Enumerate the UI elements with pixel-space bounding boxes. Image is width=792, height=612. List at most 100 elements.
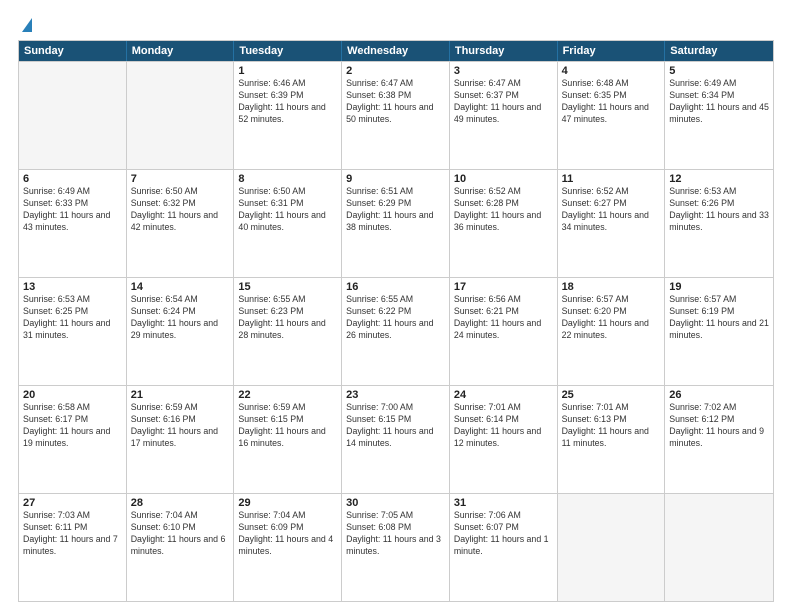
cell-detail: Sunrise: 7:05 AMSunset: 6:08 PMDaylight:… bbox=[346, 510, 445, 558]
day-number: 5 bbox=[669, 65, 769, 77]
calendar-cell: 15Sunrise: 6:55 AMSunset: 6:23 PMDayligh… bbox=[234, 278, 342, 385]
calendar-cell: 5Sunrise: 6:49 AMSunset: 6:34 PMDaylight… bbox=[665, 62, 773, 169]
day-number: 25 bbox=[562, 389, 661, 401]
cell-detail: Sunrise: 7:03 AMSunset: 6:11 PMDaylight:… bbox=[23, 510, 122, 558]
day-number: 20 bbox=[23, 389, 122, 401]
day-number: 12 bbox=[669, 173, 769, 185]
cell-detail: Sunrise: 6:53 AMSunset: 6:26 PMDaylight:… bbox=[669, 186, 769, 234]
calendar-row-3: 13Sunrise: 6:53 AMSunset: 6:25 PMDayligh… bbox=[19, 277, 773, 385]
page: SundayMondayTuesdayWednesdayThursdayFrid… bbox=[0, 0, 792, 612]
day-number: 10 bbox=[454, 173, 553, 185]
logo bbox=[18, 18, 32, 32]
day-header-sunday: Sunday bbox=[19, 41, 127, 61]
day-number: 8 bbox=[238, 173, 337, 185]
cell-detail: Sunrise: 6:57 AMSunset: 6:20 PMDaylight:… bbox=[562, 294, 661, 342]
calendar-cell: 22Sunrise: 6:59 AMSunset: 6:15 PMDayligh… bbox=[234, 386, 342, 493]
calendar-cell: 31Sunrise: 7:06 AMSunset: 6:07 PMDayligh… bbox=[450, 494, 558, 601]
day-number: 3 bbox=[454, 65, 553, 77]
calendar-cell: 21Sunrise: 6:59 AMSunset: 6:16 PMDayligh… bbox=[127, 386, 235, 493]
calendar-cell: 24Sunrise: 7:01 AMSunset: 6:14 PMDayligh… bbox=[450, 386, 558, 493]
calendar-cell: 30Sunrise: 7:05 AMSunset: 6:08 PMDayligh… bbox=[342, 494, 450, 601]
day-header-wednesday: Wednesday bbox=[342, 41, 450, 61]
calendar-cell: 23Sunrise: 7:00 AMSunset: 6:15 PMDayligh… bbox=[342, 386, 450, 493]
calendar-cell: 26Sunrise: 7:02 AMSunset: 6:12 PMDayligh… bbox=[665, 386, 773, 493]
day-number: 16 bbox=[346, 281, 445, 293]
calendar-body: 1Sunrise: 6:46 AMSunset: 6:39 PMDaylight… bbox=[19, 61, 773, 601]
calendar-cell: 8Sunrise: 6:50 AMSunset: 6:31 PMDaylight… bbox=[234, 170, 342, 277]
calendar: SundayMondayTuesdayWednesdayThursdayFrid… bbox=[18, 40, 774, 602]
calendar-cell: 16Sunrise: 6:55 AMSunset: 6:22 PMDayligh… bbox=[342, 278, 450, 385]
cell-detail: Sunrise: 7:01 AMSunset: 6:13 PMDaylight:… bbox=[562, 402, 661, 450]
day-header-friday: Friday bbox=[558, 41, 666, 61]
day-header-tuesday: Tuesday bbox=[234, 41, 342, 61]
day-number: 26 bbox=[669, 389, 769, 401]
cell-detail: Sunrise: 6:49 AMSunset: 6:33 PMDaylight:… bbox=[23, 186, 122, 234]
cell-detail: Sunrise: 6:49 AMSunset: 6:34 PMDaylight:… bbox=[669, 78, 769, 126]
day-number: 19 bbox=[669, 281, 769, 293]
calendar-cell bbox=[19, 62, 127, 169]
cell-detail: Sunrise: 6:59 AMSunset: 6:15 PMDaylight:… bbox=[238, 402, 337, 450]
day-number: 17 bbox=[454, 281, 553, 293]
day-number: 23 bbox=[346, 389, 445, 401]
cell-detail: Sunrise: 7:01 AMSunset: 6:14 PMDaylight:… bbox=[454, 402, 553, 450]
calendar-cell: 9Sunrise: 6:51 AMSunset: 6:29 PMDaylight… bbox=[342, 170, 450, 277]
day-number: 31 bbox=[454, 497, 553, 509]
cell-detail: Sunrise: 6:56 AMSunset: 6:21 PMDaylight:… bbox=[454, 294, 553, 342]
day-number: 27 bbox=[23, 497, 122, 509]
cell-detail: Sunrise: 6:50 AMSunset: 6:32 PMDaylight:… bbox=[131, 186, 230, 234]
cell-detail: Sunrise: 6:55 AMSunset: 6:23 PMDaylight:… bbox=[238, 294, 337, 342]
day-number: 18 bbox=[562, 281, 661, 293]
calendar-cell: 20Sunrise: 6:58 AMSunset: 6:17 PMDayligh… bbox=[19, 386, 127, 493]
cell-detail: Sunrise: 6:52 AMSunset: 6:28 PMDaylight:… bbox=[454, 186, 553, 234]
day-number: 21 bbox=[131, 389, 230, 401]
day-number: 13 bbox=[23, 281, 122, 293]
calendar-cell bbox=[558, 494, 666, 601]
day-number: 4 bbox=[562, 65, 661, 77]
day-number: 14 bbox=[131, 281, 230, 293]
cell-detail: Sunrise: 6:54 AMSunset: 6:24 PMDaylight:… bbox=[131, 294, 230, 342]
cell-detail: Sunrise: 7:02 AMSunset: 6:12 PMDaylight:… bbox=[669, 402, 769, 450]
cell-detail: Sunrise: 6:48 AMSunset: 6:35 PMDaylight:… bbox=[562, 78, 661, 126]
day-number: 28 bbox=[131, 497, 230, 509]
calendar-cell bbox=[127, 62, 235, 169]
cell-detail: Sunrise: 6:58 AMSunset: 6:17 PMDaylight:… bbox=[23, 402, 122, 450]
calendar-cell: 17Sunrise: 6:56 AMSunset: 6:21 PMDayligh… bbox=[450, 278, 558, 385]
calendar-row-5: 27Sunrise: 7:03 AMSunset: 6:11 PMDayligh… bbox=[19, 493, 773, 601]
cell-detail: Sunrise: 6:59 AMSunset: 6:16 PMDaylight:… bbox=[131, 402, 230, 450]
day-number: 2 bbox=[346, 65, 445, 77]
calendar-cell: 10Sunrise: 6:52 AMSunset: 6:28 PMDayligh… bbox=[450, 170, 558, 277]
day-header-thursday: Thursday bbox=[450, 41, 558, 61]
cell-detail: Sunrise: 6:55 AMSunset: 6:22 PMDaylight:… bbox=[346, 294, 445, 342]
calendar-cell: 29Sunrise: 7:04 AMSunset: 6:09 PMDayligh… bbox=[234, 494, 342, 601]
cell-detail: Sunrise: 6:46 AMSunset: 6:39 PMDaylight:… bbox=[238, 78, 337, 126]
day-number: 29 bbox=[238, 497, 337, 509]
calendar-cell: 7Sunrise: 6:50 AMSunset: 6:32 PMDaylight… bbox=[127, 170, 235, 277]
cell-detail: Sunrise: 6:50 AMSunset: 6:31 PMDaylight:… bbox=[238, 186, 337, 234]
day-number: 1 bbox=[238, 65, 337, 77]
cell-detail: Sunrise: 6:57 AMSunset: 6:19 PMDaylight:… bbox=[669, 294, 769, 342]
calendar-cell: 28Sunrise: 7:04 AMSunset: 6:10 PMDayligh… bbox=[127, 494, 235, 601]
cell-detail: Sunrise: 6:47 AMSunset: 6:38 PMDaylight:… bbox=[346, 78, 445, 126]
calendar-row-1: 1Sunrise: 6:46 AMSunset: 6:39 PMDaylight… bbox=[19, 61, 773, 169]
logo-wing-icon bbox=[22, 18, 32, 32]
day-number: 30 bbox=[346, 497, 445, 509]
day-number: 9 bbox=[346, 173, 445, 185]
calendar-cell: 4Sunrise: 6:48 AMSunset: 6:35 PMDaylight… bbox=[558, 62, 666, 169]
cell-detail: Sunrise: 7:00 AMSunset: 6:15 PMDaylight:… bbox=[346, 402, 445, 450]
cell-detail: Sunrise: 6:53 AMSunset: 6:25 PMDaylight:… bbox=[23, 294, 122, 342]
calendar-cell: 13Sunrise: 6:53 AMSunset: 6:25 PMDayligh… bbox=[19, 278, 127, 385]
calendar-row-2: 6Sunrise: 6:49 AMSunset: 6:33 PMDaylight… bbox=[19, 169, 773, 277]
calendar-cell: 25Sunrise: 7:01 AMSunset: 6:13 PMDayligh… bbox=[558, 386, 666, 493]
calendar-cell: 6Sunrise: 6:49 AMSunset: 6:33 PMDaylight… bbox=[19, 170, 127, 277]
calendar-cell: 3Sunrise: 6:47 AMSunset: 6:37 PMDaylight… bbox=[450, 62, 558, 169]
cell-detail: Sunrise: 6:51 AMSunset: 6:29 PMDaylight:… bbox=[346, 186, 445, 234]
cell-detail: Sunrise: 6:47 AMSunset: 6:37 PMDaylight:… bbox=[454, 78, 553, 126]
calendar-cell: 27Sunrise: 7:03 AMSunset: 6:11 PMDayligh… bbox=[19, 494, 127, 601]
calendar-cell: 18Sunrise: 6:57 AMSunset: 6:20 PMDayligh… bbox=[558, 278, 666, 385]
calendar-header: SundayMondayTuesdayWednesdayThursdayFrid… bbox=[19, 41, 773, 61]
header bbox=[18, 18, 774, 32]
day-number: 24 bbox=[454, 389, 553, 401]
day-header-saturday: Saturday bbox=[665, 41, 773, 61]
day-number: 15 bbox=[238, 281, 337, 293]
day-number: 11 bbox=[562, 173, 661, 185]
